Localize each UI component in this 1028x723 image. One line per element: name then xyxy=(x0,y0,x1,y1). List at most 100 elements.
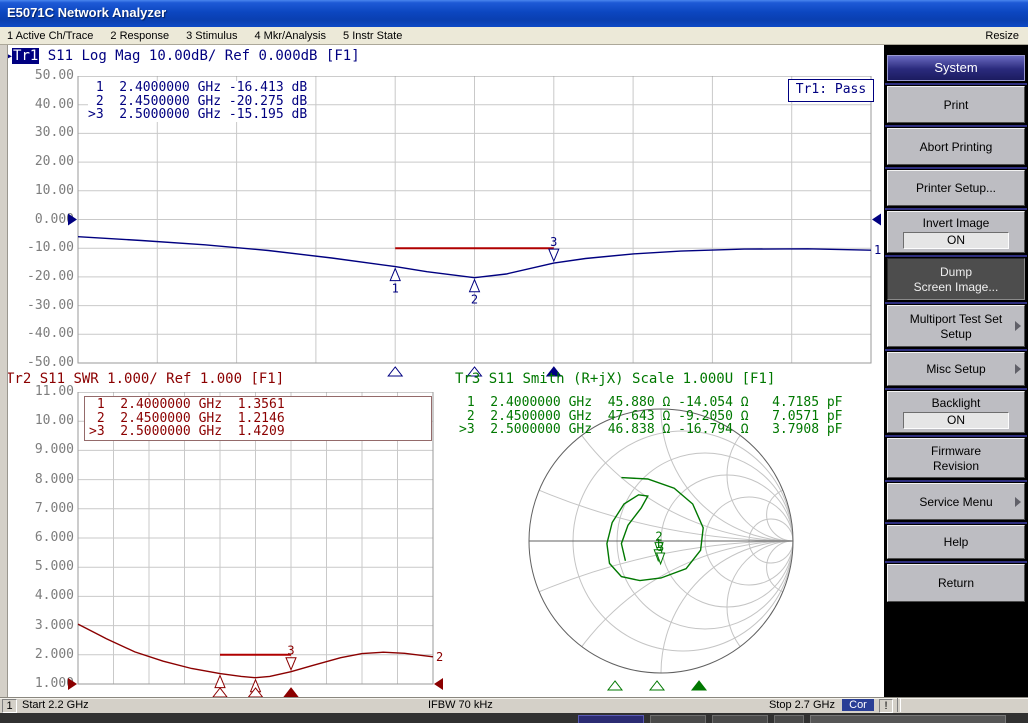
sweep-start-label: Start 2.2 GHz xyxy=(22,699,89,711)
screen-left-border xyxy=(0,45,8,697)
ref-level-arrow-left xyxy=(68,214,77,226)
y-tick-label: -50.00 xyxy=(8,356,74,370)
instrument-status-strip xyxy=(0,713,1028,723)
alert-indicator: ! xyxy=(879,699,893,713)
tr1-limit-test-result: Tr1: Pass xyxy=(788,79,874,102)
submenu-arrow-icon xyxy=(1015,364,1021,374)
softkey-label: Service Menu xyxy=(888,495,1024,509)
softkey-label: Firmware xyxy=(888,444,1024,458)
softkey-label: Setup xyxy=(888,327,1024,341)
softkey-service-menu[interactable]: Service Menu xyxy=(887,483,1025,520)
window-title: E5071C Network Analyzer xyxy=(0,0,1028,27)
marker-stimulus-indicator xyxy=(249,688,263,697)
softkey-misc-setup[interactable]: Misc Setup xyxy=(887,352,1025,386)
menu-items: 1 Active Ch/Trace 2 Response 3 Stimulus 4 M… xyxy=(7,30,419,42)
softkey-label: Multiport Test Set xyxy=(888,312,1024,326)
ref-level-arrow-right xyxy=(434,678,443,690)
tr2-marker-table: 1 2.4000000 GHz 1.3561 2 2.4500000 GHz 1… xyxy=(84,396,432,441)
svg-text:3: 3 xyxy=(287,644,294,658)
softkey-menu-title: System xyxy=(887,55,1025,81)
ref-level-arrow-left xyxy=(68,678,77,690)
menu-item[interactable]: 4 Mkr/Analysis xyxy=(254,30,326,42)
marker-stimulus-indicator xyxy=(608,681,622,690)
marker-row: 1 2.4000000 GHz -16.413 dB xyxy=(88,81,307,95)
marker-row: >3 2.5000000 GHz 1.4209 xyxy=(89,425,427,439)
resize-button[interactable]: Resize xyxy=(985,30,1028,42)
tr3-tag[interactable]: Tr3 xyxy=(455,371,480,387)
tr1-marker-1: 1 xyxy=(390,269,400,296)
softkey-label: Return xyxy=(888,576,1024,590)
tr1-header: ▶Tr1 S11 Log Mag 10.00dB/ Ref 0.000dB [F… xyxy=(6,48,360,64)
y-tick-label: 50.00 xyxy=(8,69,74,83)
e5071c-screen: { "window": { "title": "E5071C Network A… xyxy=(0,0,1028,723)
y-tick-label: 11.00 xyxy=(8,385,74,399)
y-tick-label: 1.000 xyxy=(8,677,74,691)
tr2-marker-3: 3 xyxy=(286,644,296,670)
marker-row: 2 2.4500000 GHz -20.275 dB xyxy=(88,95,307,109)
ifbw-label: IFBW 70 kHz xyxy=(428,699,493,711)
marker-stimulus-indicator xyxy=(650,681,664,690)
softkey-label: Dump xyxy=(888,265,1024,279)
marker-row: >3 2.5000000 GHz -15.195 dB xyxy=(88,108,307,122)
tr1-marker-table: 1 2.4000000 GHz -16.413 dB 2 2.4500000 G… xyxy=(88,81,307,122)
tr3-header: Tr3 S11 Smith (R+jX) Scale 1.000U [F1] xyxy=(455,371,775,387)
svg-text:3: 3 xyxy=(550,235,557,249)
svg-text:2: 2 xyxy=(471,293,478,307)
menu-item[interactable]: 5 Instr State xyxy=(343,30,402,42)
marker-row: 1 2.4000000 GHz 1.3561 xyxy=(89,398,427,412)
sweep-stop-label: Stop 2.7 GHz xyxy=(740,699,835,711)
tr1-marker-2: 2 xyxy=(470,280,480,307)
softkey-firmware-revision[interactable]: FirmwareRevision xyxy=(887,438,1025,478)
submenu-arrow-icon xyxy=(1015,321,1021,331)
y-tick-label: 0.000 xyxy=(8,213,74,227)
softkey-label: Screen Image... xyxy=(888,280,1024,294)
tr1-marker-3: 3 xyxy=(549,235,559,261)
softkey-label: Abort Printing xyxy=(888,140,1024,154)
softkey-label: Misc Setup xyxy=(888,362,1024,376)
y-tick-label: 40.00 xyxy=(8,98,74,112)
softkey-help[interactable]: Help xyxy=(887,525,1025,559)
status-bar-divider xyxy=(897,698,901,712)
softkey-dump-screen-image[interactable]: DumpScreen Image... xyxy=(887,258,1025,300)
y-tick-label: 10.00 xyxy=(8,184,74,198)
lcd-display-area: ▶Tr1 S11 Log Mag 10.00dB/ Ref 0.000dB [F… xyxy=(0,45,884,697)
marker-row: 2 2.4500000 GHz 47.643 Ω -9.2050 Ω 7.057… xyxy=(459,410,843,424)
tr3-marker-table: 1 2.4000000 GHz 45.880 Ω -14.054 Ω 4.718… xyxy=(459,396,843,437)
softkey-multiport-test-set-setup[interactable]: Multiport Test SetSetup xyxy=(887,305,1025,347)
menu-item[interactable]: 3 Stimulus xyxy=(186,30,237,42)
menu-item[interactable]: 1 Active Ch/Trace xyxy=(7,30,93,42)
softkey-label: Print xyxy=(888,98,1024,112)
marker-stimulus-indicator xyxy=(388,367,402,376)
y-tick-label: 2.000 xyxy=(8,648,74,662)
softkey-label: Printer Setup... xyxy=(888,181,1024,195)
y-tick-label: 30.00 xyxy=(8,126,74,140)
softkey-return[interactable]: Return xyxy=(887,564,1025,602)
softkey-label: Help xyxy=(888,535,1024,549)
softkey-label: Backlight xyxy=(888,396,1024,410)
y-tick-label: 20.00 xyxy=(8,155,74,169)
marker-row: >3 2.5000000 GHz 46.838 Ω -16.794 Ω 3.79… xyxy=(459,423,843,437)
softkey-label: Invert Image xyxy=(888,216,1024,230)
status-strip-clock-segment xyxy=(810,715,1006,723)
tr1-tag[interactable]: Tr1 xyxy=(12,48,39,64)
svg-text:2: 2 xyxy=(436,650,443,664)
submenu-arrow-icon xyxy=(1015,497,1021,507)
marker-stimulus-indicator xyxy=(213,688,227,697)
marker-row: 1 2.4000000 GHz 45.880 Ω -14.054 Ω 4.718… xyxy=(459,396,843,410)
svg-text:3: 3 xyxy=(657,540,664,554)
softkey-invert-image[interactable]: Invert ImageON xyxy=(887,211,1025,253)
softkey-printer-setup[interactable]: Printer Setup... xyxy=(887,170,1025,206)
status-strip-segment xyxy=(712,715,768,723)
y-tick-label: 5.000 xyxy=(8,560,74,574)
menu-bar: 1 Active Ch/Trace 2 Response 3 Stimulus 4 M… xyxy=(0,27,1028,45)
softkey-backlight[interactable]: BacklightON xyxy=(887,391,1025,433)
y-tick-label: -30.00 xyxy=(8,299,74,313)
menu-item[interactable]: 2 Response xyxy=(110,30,169,42)
y-tick-label: 10.00 xyxy=(8,414,74,428)
softkey-print[interactable]: Print xyxy=(887,86,1025,123)
ref-level-arrow-right xyxy=(872,214,881,226)
status-strip-segment xyxy=(650,715,706,723)
softkey-menu: System Print Abort Printing Printer Setup.… xyxy=(884,45,1028,697)
y-tick-label: 6.000 xyxy=(8,531,74,545)
softkey-abort-printing[interactable]: Abort Printing xyxy=(887,128,1025,165)
